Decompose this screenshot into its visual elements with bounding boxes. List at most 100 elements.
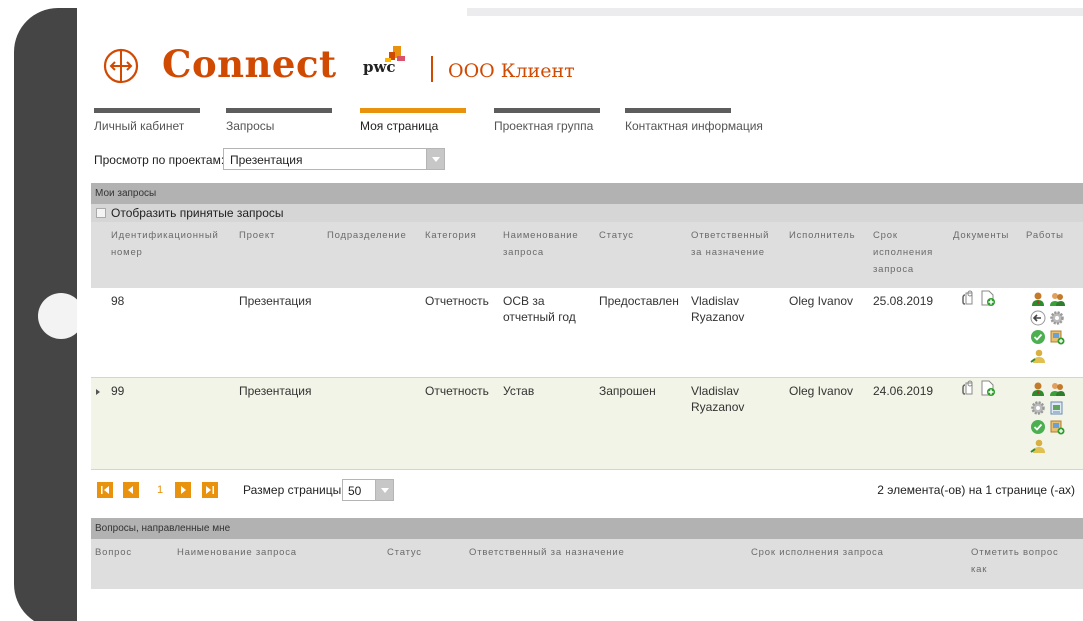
last-page-button[interactable] [202,482,218,498]
assign-users-icon[interactable] [1049,381,1065,397]
pwc-wordmark: pwc [363,58,396,76]
row-status: Предоставлен [599,294,679,308]
last-page-icon [206,486,214,494]
accept-icon[interactable] [1030,419,1046,435]
row-deadline: 25.08.2019 [873,294,934,308]
next-page-icon [181,486,186,494]
column-header-deadline[interactable]: Срок исполнения запроса [751,544,884,561]
row-executor: Oleg Ivanov [789,294,854,308]
settings-icon[interactable] [1049,310,1065,326]
questions-title: Вопросы, направленные мне [95,523,231,534]
project-filter-select[interactable]: Презентация [223,148,445,170]
show-accepted-checkbox[interactable] [96,208,106,218]
connect-logo-icon [103,48,139,84]
row-responsible: Vladislav Ryazanov [691,384,745,414]
table-row[interactable]: 98 Презентация Отчетность ОСВ за отчетный… [91,288,1083,378]
row-request-name[interactable]: Устав [503,383,534,399]
document-view-icon[interactable] [1049,400,1065,416]
column-header-question[interactable]: Вопрос [95,544,132,561]
prev-page-icon [128,486,133,494]
column-header-status[interactable]: Статус [387,544,422,561]
row-request-name[interactable]: ОСВ за отчетный год [503,293,576,325]
nav-tab-personal-account[interactable]: Личный кабинет [94,108,200,133]
page-size-select[interactable]: 50 [342,479,394,501]
add-document-icon[interactable] [980,380,996,396]
questions-header: Вопросы, направленные мне [91,518,1083,539]
column-header-project[interactable]: Проект [239,227,275,244]
pager-summary: 2 элемента(-ов) на 1 странице (-ах) [877,483,1075,497]
attachment-icon[interactable] [962,380,978,396]
settings-icon[interactable] [1030,400,1046,416]
row-category: Отчетность [425,384,489,398]
current-page[interactable]: 1 [157,484,163,496]
row-category: Отчетность [425,294,489,308]
reassign-icon[interactable] [1030,348,1046,364]
column-header-status[interactable]: Статус [599,227,634,244]
return-icon[interactable] [1030,310,1046,326]
nav-tab-label: Запросы [226,119,275,133]
show-accepted-toggle-row[interactable]: Отобразить принятые запросы [91,204,1083,222]
add-file-icon[interactable] [1049,329,1065,345]
client-name: ООО Клиент [448,60,575,82]
dropdown-button[interactable] [426,149,444,169]
requests-table-header: Идентификационный номер Проект Подразделе… [91,222,1083,288]
nav-tab-bar [94,108,200,113]
nav-tab-label: Контактная информация [625,119,763,133]
prev-page-button[interactable] [123,482,139,498]
assign-user-icon[interactable] [1030,381,1046,397]
row-project: Презентация [239,384,312,398]
column-header-request-name[interactable]: Наименование запроса [503,227,578,261]
assign-user-icon[interactable] [1030,291,1046,307]
nav-tab-label: Личный кабинет [94,119,185,133]
nav-tab-my-page[interactable]: Моя страница [360,108,466,133]
nav-tab-contact-info[interactable]: Контактная информация [625,108,763,133]
top-band [467,8,1083,16]
first-page-icon [101,486,109,494]
column-header-id[interactable]: Идентификационный номер [111,227,219,261]
pager: 1 Размер страницы: 50 2 элемента(-ов) на… [91,470,1083,516]
row-id: 99 [111,384,125,398]
nav-tab-bar [494,108,600,113]
column-header-works[interactable]: Работы [1026,227,1064,244]
project-filter-value: Презентация [230,153,303,167]
my-requests-header: Мои запросы [91,183,1083,204]
row-executor: Oleg Ivanov [789,384,854,398]
app-title: Connect [162,42,337,86]
column-header-deadline[interactable]: Срок исполнения запроса [873,227,933,278]
column-header-request-name[interactable]: Наименование запроса [177,544,297,561]
dropdown-button[interactable] [375,480,393,500]
nav-tab-project-team[interactable]: Проектная группа [494,108,600,133]
reassign-icon[interactable] [1030,438,1046,454]
column-header-category[interactable]: Категория [425,227,477,244]
attachment-icon[interactable] [962,290,978,306]
app-screen: Connect pwc ООО Клиент Личный кабинет За… [77,8,1083,621]
questions-table-header: Вопрос Наименование запроса Статус Ответ… [91,539,1083,589]
nav-tab-bar [625,108,731,113]
column-header-division[interactable]: Подразделение [327,227,407,244]
assign-users-icon[interactable] [1049,291,1065,307]
accept-icon[interactable] [1030,329,1046,345]
column-header-responsible[interactable]: Ответственный за назначение [691,227,769,261]
nav-tab-bar [226,108,332,113]
my-requests-title: Мои запросы [95,188,157,199]
column-header-executor[interactable]: Исполнитель [789,227,855,244]
add-file-icon[interactable] [1049,419,1065,435]
row-id: 98 [111,294,125,308]
row-project: Презентация [239,294,312,308]
add-document-icon[interactable] [980,290,996,306]
chevron-down-icon [432,157,440,162]
page-size-label: Размер страницы: [243,483,345,497]
row-indicator-icon [96,389,100,395]
first-page-button[interactable] [97,482,113,498]
nav-tab-label: Проектная группа [494,119,594,133]
show-accepted-label: Отобразить принятые запросы [111,206,284,220]
nav-tab-requests[interactable]: Запросы [226,108,332,133]
table-row-selected[interactable]: 99 Презентация Отчетность Устав Запрошен… [91,378,1083,470]
column-header-mark-question[interactable]: Отметить вопрос как [971,544,1059,578]
nav-tab-bar [360,108,466,113]
page-size-value: 50 [348,484,362,498]
next-page-button[interactable] [175,482,191,498]
column-header-documents[interactable]: Документы [953,227,1009,244]
row-status: Запрошен [599,384,656,398]
column-header-responsible[interactable]: Ответственный за назначение [469,544,625,561]
